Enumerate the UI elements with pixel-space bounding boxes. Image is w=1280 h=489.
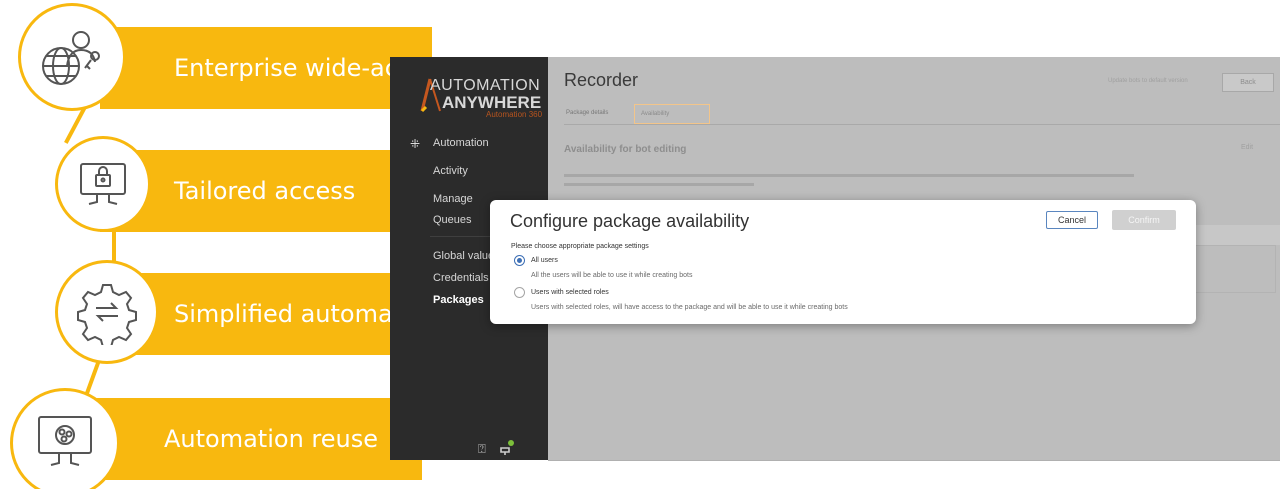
sidebar-item-queues[interactable]: Queues [433, 214, 472, 226]
dialog-title: Configure package availability [510, 211, 750, 231]
all-users-label[interactable]: All users [531, 257, 558, 264]
back-button[interactable]: Back [1222, 73, 1274, 92]
feature-banner-reuse: Automation reuse [90, 398, 422, 480]
gear-sync-icon [55, 260, 159, 364]
bot-agent-icon[interactable] [498, 438, 516, 456]
cancel-button[interactable]: Cancel [1046, 211, 1098, 229]
tab-divider [564, 124, 1280, 125]
automation-icon: ⁜ [410, 137, 421, 151]
update-bots-link[interactable]: Update bots to default version [1108, 78, 1188, 84]
page-title: Recorder [564, 70, 639, 90]
confirm-button[interactable]: Confirm [1112, 210, 1176, 230]
globe-user-key-icon [18, 3, 126, 111]
sidebar-item-packages[interactable]: Packages [433, 294, 484, 306]
dialog-prompt: Please choose appropriate package settin… [511, 243, 649, 250]
sidebar-item-automation[interactable]: Automation [433, 137, 489, 149]
logo-subtext: Automation 360 [486, 110, 543, 119]
description-text [564, 174, 1134, 177]
description-text [564, 183, 754, 186]
selected-roles-description: Users with selected roles, will have acc… [531, 304, 848, 311]
sidebar-item-manage[interactable]: Manage [433, 193, 473, 205]
feature-banner-enterprise: Enterprise wide-access policy [100, 27, 529, 109]
feature-label: Tailored access [174, 177, 356, 205]
section-title: Availability for bot editing [564, 144, 687, 155]
all-users-radio[interactable] [514, 255, 525, 266]
sidebar-item-activity[interactable]: Activity [433, 165, 468, 177]
selected-roles-radio[interactable] [514, 287, 525, 298]
all-users-description: All the users will be able to use it whi… [531, 272, 693, 279]
window-bottom-rule [548, 460, 1280, 461]
sidebar-item-global-values[interactable]: Global value [433, 250, 494, 262]
feature-label: Automation reuse [164, 425, 378, 453]
tab-package-details[interactable]: Package details [560, 104, 614, 122]
tab-availability[interactable]: Availability [634, 104, 710, 124]
sidebar-item-credentials[interactable]: Credentials [433, 272, 489, 284]
configure-availability-dialog: Configure package availability Cancel Co… [490, 200, 1196, 324]
monitor-reuse-icon [10, 388, 120, 489]
help-icon[interactable]: ⍰ [478, 441, 486, 457]
monitor-lock-icon [55, 136, 151, 232]
edit-link[interactable]: Edit [1241, 144, 1253, 151]
selected-roles-label[interactable]: Users with selected roles [531, 289, 609, 296]
